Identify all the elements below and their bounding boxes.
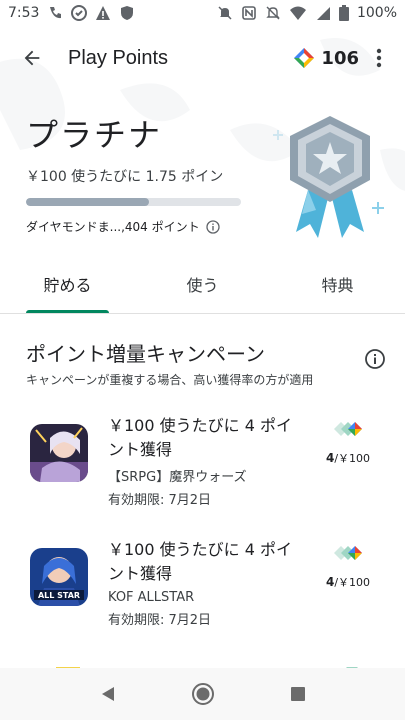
tab-use[interactable]: 使う bbox=[135, 262, 270, 313]
game-icon-kof-allstar: ALL STAR bbox=[30, 548, 88, 606]
next-tier-info[interactable]: ダイヤモンドま...,404 ポイント bbox=[26, 218, 256, 235]
app-bar: Play Points 106 bbox=[0, 30, 405, 86]
points-count: 106 bbox=[321, 47, 359, 69]
tab-perks[interactable]: 特典 bbox=[270, 262, 405, 313]
campaign-section: ポイント増量キャンペーン キャンペーンが重複する場合、高い獲得率の方が適用 bbox=[26, 338, 386, 388]
tier-summary: プラチナ ￥100 使うたびに 1.75 ポイン ダイヤモンドま...,404 … bbox=[26, 110, 256, 235]
game-icon-makai-wars bbox=[30, 424, 88, 482]
tier-progress-bar bbox=[26, 198, 241, 206]
svg-text:ALL STAR: ALL STAR bbox=[38, 591, 80, 600]
campaign-info-icon[interactable] bbox=[364, 348, 386, 370]
next-tier-text: ダイヤモンドま...,404 ポイント bbox=[26, 220, 200, 234]
nav-recents-button[interactable] bbox=[280, 676, 316, 712]
offer-game-name: KOF ALLSTAR bbox=[108, 590, 195, 605]
points-balance[interactable]: 106 bbox=[293, 47, 359, 69]
campaign-subtext: キャンペーンが重複する場合、高い獲得率の方が適用 bbox=[26, 373, 314, 387]
info-icon[interactable] bbox=[205, 219, 220, 234]
more-vert-icon bbox=[376, 48, 382, 68]
silent-icon bbox=[266, 6, 280, 20]
offer-expiry: 有効期限: 7月2日 bbox=[108, 613, 212, 628]
battery-icon bbox=[338, 5, 349, 21]
nav-home-icon bbox=[191, 683, 214, 705]
campaign-heading: ポイント増量キャンペーン bbox=[26, 342, 265, 366]
points-multiplier-icon bbox=[334, 546, 362, 560]
tier-progress-fill bbox=[26, 198, 149, 206]
tier-rate: ￥100 使うたびに 1.75 ポイン bbox=[26, 169, 224, 185]
warning-icon bbox=[96, 6, 111, 20]
status-bar: 7:53 100% bbox=[0, 0, 405, 26]
nav-back-icon bbox=[101, 687, 114, 701]
play-points-icon bbox=[294, 48, 315, 68]
back-button[interactable] bbox=[14, 40, 50, 76]
call-forward-icon bbox=[50, 7, 62, 19]
offer-rate-unit: /￥100 bbox=[334, 576, 371, 589]
system-navigation-bar bbox=[0, 668, 405, 720]
offer-title: ￥100 使うたびに 4 ポイント獲得 bbox=[108, 540, 292, 583]
platinum-medal-icon bbox=[273, 116, 384, 238]
tier-name: プラチナ bbox=[26, 116, 163, 154]
tab-bar: 貯める 使う 特典 bbox=[0, 262, 405, 314]
offer-rate-unit: /￥100 bbox=[334, 452, 371, 465]
more-options-button[interactable] bbox=[367, 40, 391, 76]
nav-recents-icon bbox=[290, 687, 305, 701]
nav-back-button[interactable] bbox=[90, 676, 126, 712]
nfc-icon bbox=[242, 6, 256, 20]
tab-earn[interactable]: 貯める bbox=[0, 262, 135, 313]
arrow-back-icon bbox=[24, 50, 40, 66]
offer-item[interactable]: ￥100 使うたびに 4 ポイント獲得 【SRPG】魔界ウォーズ 有効期限: 7… bbox=[30, 414, 380, 524]
offer-expiry: 有効期限: 7月2日 bbox=[108, 493, 212, 508]
offer-title: ￥100 使うたびに 4 ポイント獲得 bbox=[108, 416, 292, 459]
shield-icon bbox=[121, 6, 134, 20]
nav-home-button[interactable] bbox=[185, 676, 221, 712]
shield-check-icon bbox=[71, 5, 88, 21]
page-title: Play Points bbox=[68, 46, 169, 69]
wifi-icon bbox=[289, 6, 306, 20]
points-multiplier-icon bbox=[334, 422, 362, 436]
offer-item[interactable]: ALL STAR ￥100 使うたびに 4 ポイント獲得 KOF ALLSTAR… bbox=[30, 538, 380, 648]
offer-game-name: 【SRPG】魔界ウォーズ bbox=[108, 470, 247, 485]
signal-icon bbox=[316, 7, 330, 20]
status-time: 7:53 bbox=[8, 5, 40, 21]
battery-level: 100% bbox=[356, 5, 397, 21]
mute-notification-icon bbox=[218, 6, 232, 20]
